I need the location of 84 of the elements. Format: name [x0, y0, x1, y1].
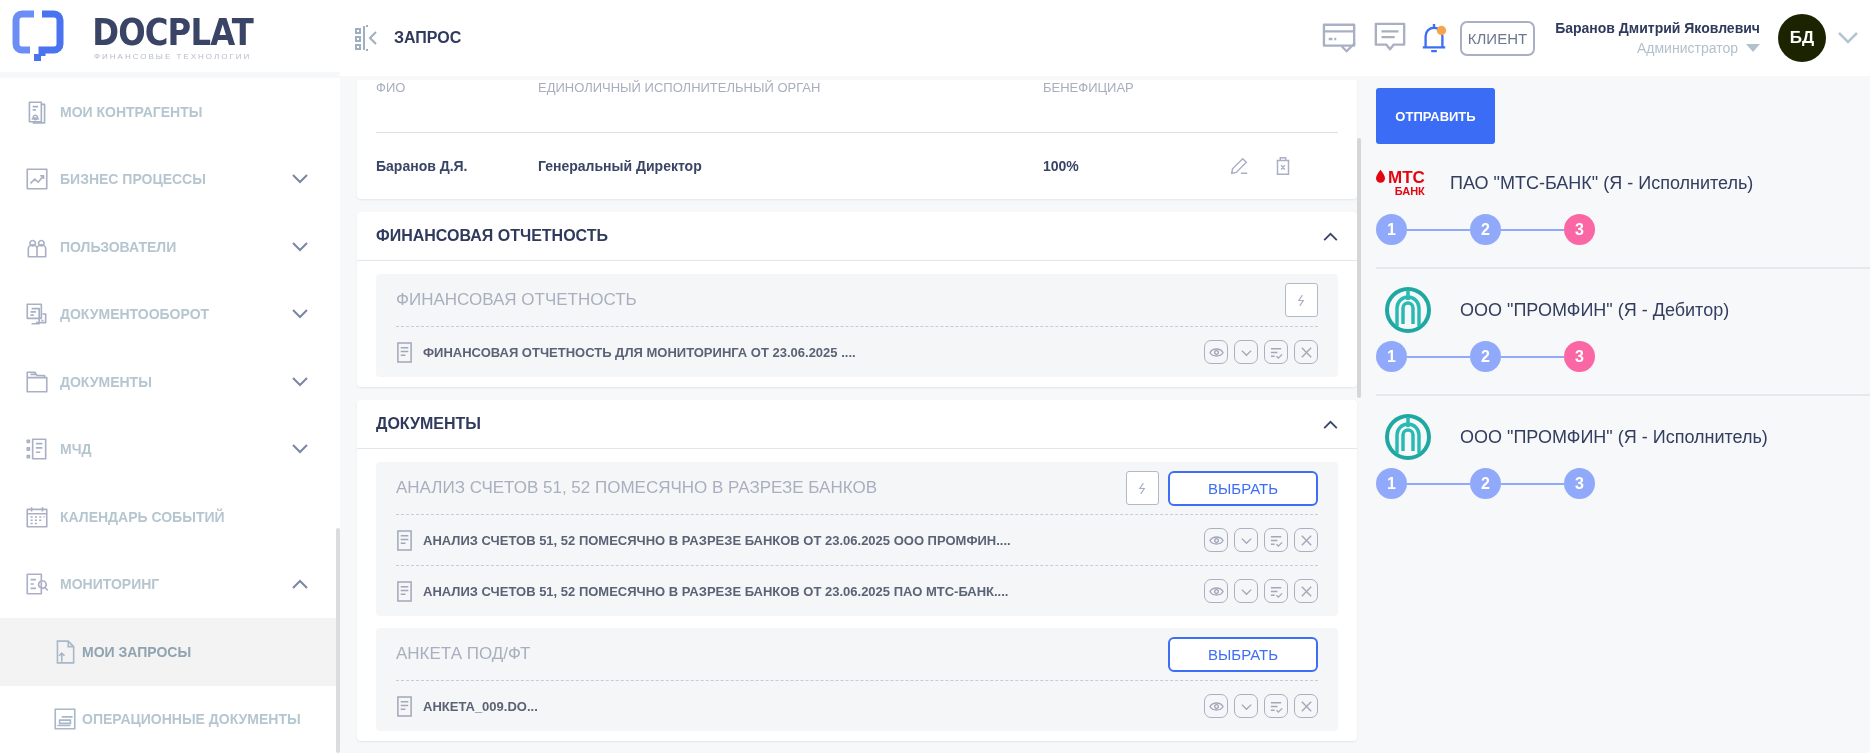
group-title: АНАЛИЗ СЧЕТОВ 51, 52 ПОМЕСЯЧНО В РАЗРЕЗЕ БАНКОВ [396, 478, 878, 498]
checklist-button[interactable] [1264, 694, 1288, 718]
folder-icon [24, 368, 50, 395]
group-title: АНКЕТА ПОД/ФТ [396, 644, 532, 664]
column-header: ФИО [376, 80, 407, 95]
table-cell-text: Баранов Д.Я. [376, 158, 469, 174]
send-button[interactable]: ОТПРАВИТЬ [1376, 88, 1495, 144]
sidebar-item[interactable]: ПОЛЬЗОВАТЕЛИ [0, 213, 340, 281]
step-indicator: 3 [1564, 214, 1595, 245]
section-title: ФИНАНСОВАЯ ОТЧЕТНОСТЬ [376, 227, 608, 245]
document-icon [396, 529, 413, 551]
document-icon [396, 695, 413, 717]
lightning-button[interactable] [1285, 283, 1318, 317]
sidebar-item[interactable]: КАЛЕНДАРЬ СОБЫТИЙ [0, 483, 340, 551]
eye-button[interactable] [1204, 579, 1228, 603]
chart-icon [24, 166, 50, 193]
chevron-down-button[interactable] [1234, 579, 1258, 603]
sidebar-item[interactable]: МОИ КОНТРАГЕНТЫ [0, 78, 340, 146]
sidebar-item[interactable]: МЧД [0, 415, 340, 483]
participant-name: ООО "ПРОМФИН" (Я - Исполнитель) [1460, 426, 1768, 448]
file-name[interactable]: АНКЕТА_009.DO... [423, 698, 1194, 714]
step-indicator: 1 [1376, 468, 1407, 499]
logo-tagline: ФИНАНСОВЫЕ ТЕХНОЛОГИИ [93, 51, 252, 61]
checklist-button[interactable] [1264, 528, 1288, 552]
chevron-down-button[interactable] [1234, 340, 1258, 364]
section-title: ДОКУМЕНТЫ [376, 415, 481, 433]
step-indicator: 3 [1564, 468, 1595, 499]
file-name[interactable]: АНАЛИЗ СЧЕТОВ 51, 52 ПОМЕСЯЧНО В РАЗРЕЗЕ БАНКОВ ОТ 23.06.2025 ПАО МТС-БАНК.... [423, 583, 1194, 599]
step-indicator: 1 [1376, 341, 1407, 372]
dropdown-icon[interactable] [1746, 44, 1760, 52]
chevron-down-button[interactable] [1234, 694, 1258, 718]
close-button[interactable] [1294, 340, 1318, 364]
eye-button[interactable] [1204, 340, 1228, 364]
role-button[interactable]: КЛИЕНТ [1459, 20, 1536, 56]
column-header: БЕНЕФИЦИАР [1043, 80, 1135, 95]
edit-icon[interactable] [1228, 155, 1250, 177]
lightning-icon [1138, 481, 1147, 495]
logo-mark-icon [12, 10, 64, 62]
document-icon [396, 341, 413, 363]
file-name[interactable]: АНАЛИЗ СЧЕТОВ 51, 52 ПОМЕСЯЧНО В РАЗРЕЗЕ БАНКОВ ОТ 23.06.2025 ООО ПРОМФИН.... [423, 532, 1194, 548]
participant-name: ООО "ПРОМФИН" (Я - Дебитор) [1460, 299, 1730, 321]
sidebar-item[interactable]: МОНИТОРИНГ [0, 550, 340, 618]
company-logo-icon [1384, 413, 1432, 461]
chevron-down-icon[interactable] [1838, 32, 1858, 44]
user-role[interactable]: Администратор [1637, 40, 1738, 56]
chevron-up-icon[interactable] [1323, 419, 1338, 429]
sidebar-item[interactable]: ДОКУМЕНТЫ [0, 348, 340, 416]
avatar[interactable]: БД [1778, 14, 1826, 62]
chevron-down-button[interactable] [1234, 528, 1258, 552]
select-button[interactable]: ВЫБРАТЬ [1168, 636, 1318, 672]
eye-button[interactable] [1204, 528, 1228, 552]
participant-name: ПАО "МТС-БАНК" (Я - Исполнитель) [1450, 172, 1754, 194]
table-cell-text: 100% [1043, 158, 1080, 174]
step-indicator: 3 [1564, 341, 1595, 372]
company-logo-icon [1384, 286, 1432, 334]
close-button[interactable] [1294, 694, 1318, 718]
search-document-icon [24, 571, 50, 598]
document-stack-icon [52, 706, 78, 733]
table-cell-text: Генеральный Директор [538, 158, 703, 174]
sidebar-subitem[interactable]: ОПЕРАЦИОННЫЕ ДОКУМЕНТЫ [0, 685, 340, 753]
scrollbar[interactable] [1357, 138, 1361, 398]
step-indicator: 2 [1470, 341, 1501, 372]
step-indicator: 1 [1376, 214, 1407, 245]
chevron-up-icon[interactable] [1323, 231, 1338, 241]
sidebar-item[interactable]: БИЗНЕС ПРОЦЕССЫ [0, 145, 340, 213]
checklist-button[interactable] [1264, 340, 1288, 364]
column-header: ЕДИНОЛИЧНЫЙ ИСПОЛНИТЕЛЬНЫЙ ОРГАН [538, 80, 822, 95]
logo-name: DOCPLAT [92, 11, 253, 52]
bank-logo: МТС БАНК [1376, 169, 1436, 197]
checklist-button[interactable] [1264, 579, 1288, 603]
lightning-button[interactable] [1126, 471, 1159, 505]
close-button[interactable] [1294, 579, 1318, 603]
page-title: ЗАПРОС [394, 29, 462, 47]
step-indicator: 2 [1470, 214, 1501, 245]
close-button[interactable] [1294, 528, 1318, 552]
user-name: Баранов Дмитрий Яковлевич [1555, 20, 1760, 36]
sidebar-item[interactable]: ДОКУМЕНТООБОРОТ [0, 280, 340, 348]
lightning-icon [1297, 293, 1306, 307]
eye-button[interactable] [1204, 694, 1228, 718]
select-button[interactable]: ВЫБРАТЬ [1168, 470, 1318, 506]
step-indicator: 2 [1470, 468, 1501, 499]
document-icon [396, 580, 413, 602]
group-title: ФИНАНСОВАЯ ОТЧЕТНОСТЬ [396, 290, 638, 310]
file-name[interactable]: ФИНАНСОВАЯ ОТЧЕТНОСТЬ ДЛЯ МОНИТОРИНГА ОТ 23.06.2025 .... [423, 344, 1194, 360]
